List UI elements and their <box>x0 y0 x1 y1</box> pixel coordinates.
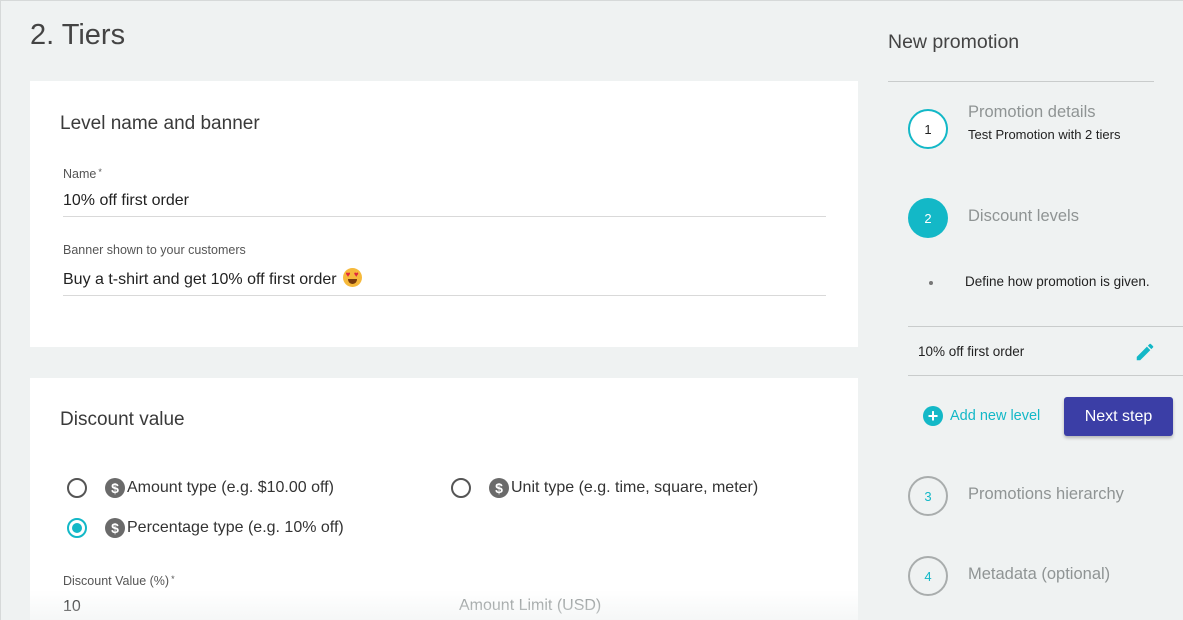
discount-value-card: Discount value $ Amount type (e.g. $10.0… <box>30 378 858 620</box>
step-2-circle[interactable]: 2 <box>908 198 948 238</box>
add-new-level-button[interactable]: + Add new level <box>923 406 1040 426</box>
level-item-name: 10% off first order <box>918 344 1025 359</box>
amount-type-option[interactable]: $ Amount type (e.g. $10.00 off) <box>67 478 334 498</box>
dollar-icon: $ <box>105 478 125 498</box>
discount-value-label: Discount Value (%) * <box>63 574 175 588</box>
level-card-title: Level name and banner <box>60 113 260 134</box>
percentage-type-label: Percentage type (e.g. 10% off) <box>127 519 344 536</box>
name-input[interactable]: 10% off first order <box>63 192 826 217</box>
step-1-subtitle: Test Promotion with 2 tiers <box>968 127 1121 142</box>
next-step-button[interactable]: Next step <box>1064 397 1173 436</box>
pencil-icon[interactable] <box>1134 341 1156 363</box>
step-2-title[interactable]: Discount levels <box>968 207 1079 226</box>
bullet-dot <box>929 281 933 285</box>
dollar-icon: $ <box>105 518 125 538</box>
dollar-icon: $ <box>489 478 509 498</box>
amount-limit-input[interactable]: Amount Limit (USD) <box>459 597 601 615</box>
name-field-label: Name * <box>63 167 102 181</box>
step-4-circle[interactable]: 4 <box>908 556 948 596</box>
amount-type-label: Amount type (e.g. $10.00 off) <box>127 479 334 496</box>
plus-icon: + <box>923 406 943 426</box>
step-1-circle[interactable]: 1 <box>908 109 948 149</box>
unit-type-radio[interactable] <box>451 478 471 498</box>
unit-type-label: Unit type (e.g. time, square, meter) <box>511 479 759 496</box>
level-list-item[interactable]: 10% off first order <box>908 326 1183 376</box>
level-name-card: Level name and banner Name * 10% off firs… <box>30 81 858 347</box>
amount-type-radio[interactable] <box>67 478 87 498</box>
required-marker: * <box>171 574 175 584</box>
unit-type-option[interactable]: $ Unit type (e.g. time, square, meter) <box>451 478 758 498</box>
banner-field-label: Banner shown to your customers <box>63 243 246 257</box>
discount-value-input[interactable]: 10 <box>63 598 81 616</box>
divider <box>888 81 1154 82</box>
add-new-level-label: Add new level <box>950 408 1041 424</box>
step-3-title[interactable]: Promotions hierarchy <box>968 485 1124 504</box>
step-3-circle[interactable]: 3 <box>908 476 948 516</box>
required-marker: * <box>98 167 102 177</box>
discount-card-title: Discount value <box>60 409 185 430</box>
step-2-description: Define how promotion is given. <box>965 274 1150 289</box>
banner-input[interactable]: Buy a t-shirt and get 10% off first orde… <box>63 268 826 296</box>
percentage-type-option[interactable]: $ Percentage type (e.g. 10% off) <box>67 518 344 538</box>
percentage-type-radio[interactable] <box>67 518 87 538</box>
banner-text: Buy a t-shirt and get 10% off first orde… <box>63 271 337 288</box>
page-title: 2. Tiers <box>30 19 126 51</box>
step-4-title[interactable]: Metadata (optional) <box>968 565 1110 584</box>
step-1-title[interactable]: Promotion details <box>968 103 1095 122</box>
panel-title: New promotion <box>888 31 1020 53</box>
smiling-face-with-heart-eyes-icon <box>342 268 362 287</box>
